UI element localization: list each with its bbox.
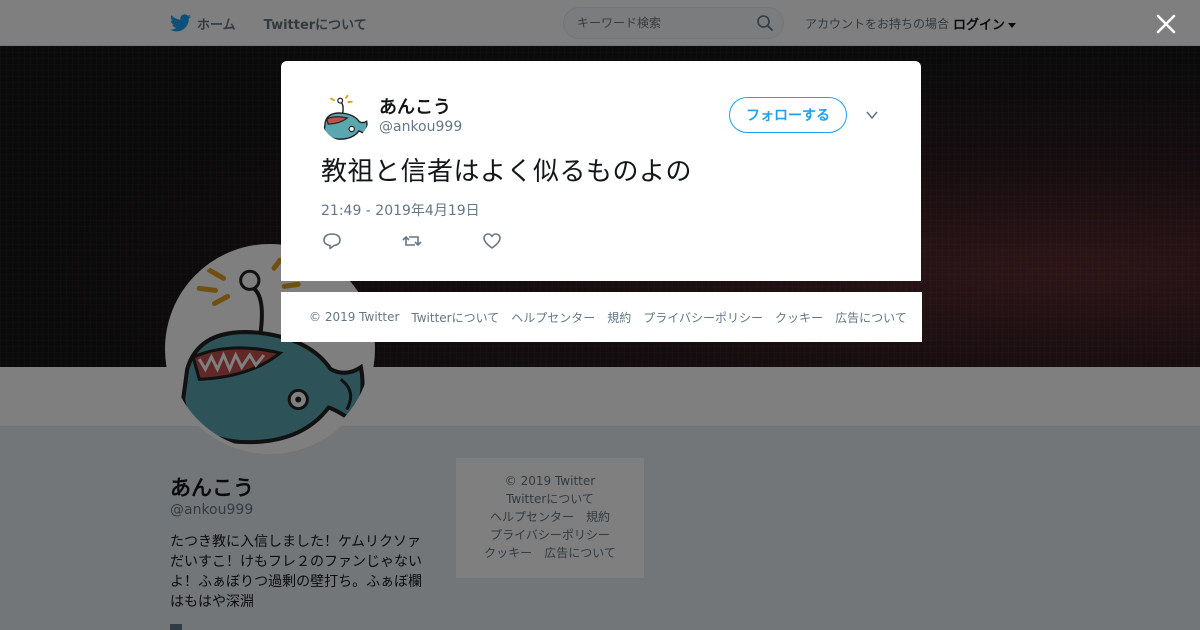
anglerfish-avatar-image bbox=[321, 93, 369, 141]
footer-ads-link[interactable]: 広告について bbox=[835, 309, 907, 326]
tweet-author-handle[interactable]: @ankou999 bbox=[379, 119, 462, 135]
heart-icon[interactable] bbox=[481, 231, 503, 251]
tweet-author-name[interactable]: あんこう bbox=[379, 93, 451, 119]
footer-help-link[interactable]: ヘルプセンター bbox=[511, 309, 595, 326]
footer-cookies-link[interactable]: クッキー bbox=[775, 309, 823, 326]
tweet-author-avatar[interactable] bbox=[321, 93, 369, 141]
footer-terms-link[interactable]: 規約 bbox=[607, 309, 631, 326]
tweet-modal: あんこう @ankou999 フォローする 教祖と信者はよく似るものよの 21:… bbox=[281, 61, 921, 281]
close-icon[interactable] bbox=[1154, 12, 1178, 36]
tweet-actions bbox=[321, 231, 503, 251]
tweet-timestamp[interactable]: 21:49 - 2019年4月19日 bbox=[321, 200, 480, 220]
footer-copyright: © 2019 Twitter bbox=[309, 310, 400, 324]
reply-icon[interactable] bbox=[321, 231, 343, 251]
retweet-icon[interactable] bbox=[401, 231, 423, 251]
chevron-down-icon[interactable] bbox=[864, 108, 880, 122]
footer-privacy-link[interactable]: プライバシーポリシー bbox=[643, 309, 763, 326]
modal-footer: © 2019 Twitter Twitterについて ヘルプセンター 規約 プラ… bbox=[281, 292, 922, 342]
footer-about-link[interactable]: Twitterについて bbox=[411, 309, 499, 326]
follow-button[interactable]: フォローする bbox=[729, 97, 847, 133]
tweet-text: 教祖と信者はよく似るものよの bbox=[321, 157, 693, 187]
